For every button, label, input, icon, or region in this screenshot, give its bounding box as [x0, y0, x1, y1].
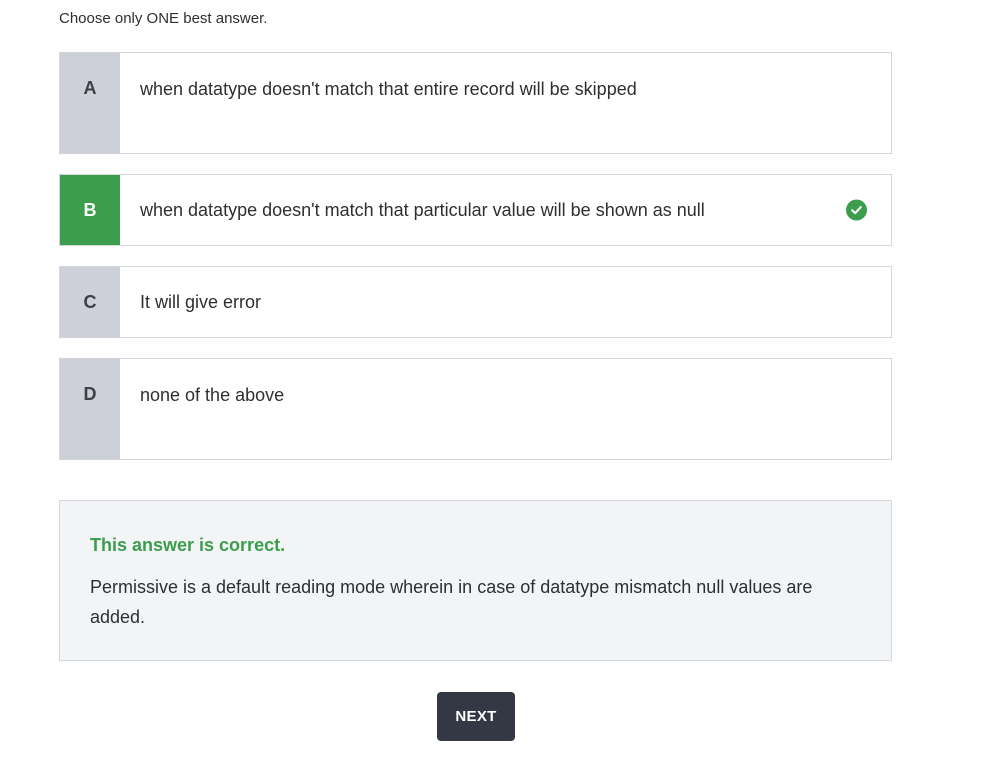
answer-option-c[interactable]: C It will give error	[59, 266, 892, 338]
feedback-panel: This answer is correct. Permissive is a …	[59, 500, 892, 661]
option-text: when datatype doesn't match that particu…	[140, 200, 705, 220]
result-explanation: Permissive is a default reading mode whe…	[90, 577, 813, 627]
instruction-text: Choose only ONE best answer.	[59, 10, 268, 27]
answer-option-a[interactable]: A when datatype doesn't match that entir…	[59, 52, 892, 154]
check-circle-icon	[846, 199, 867, 221]
option-letter: C	[60, 267, 120, 337]
next-button[interactable]: NEXT	[437, 692, 515, 741]
option-letter: D	[60, 359, 120, 459]
result-status: This answer is correct.	[90, 535, 286, 555]
answer-option-d[interactable]: D none of the above	[59, 358, 892, 460]
option-text: none of the above	[140, 385, 285, 405]
option-text: It will give error	[140, 292, 262, 312]
option-letter: A	[60, 53, 120, 153]
option-text: when datatype doesn't match that entire …	[140, 79, 637, 99]
answer-option-b[interactable]: B when datatype doesn't match that parti…	[59, 174, 892, 246]
option-letter: B	[60, 175, 120, 245]
